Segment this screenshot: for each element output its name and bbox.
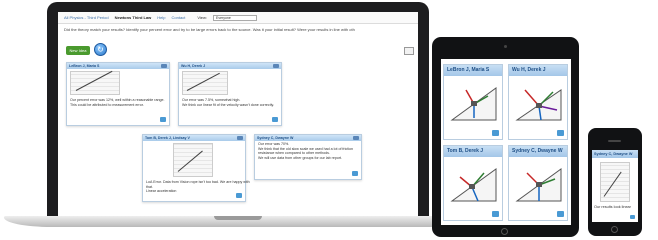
view-select[interactable]: Everyone (213, 14, 258, 21)
card-text-line: We will use data from other groups for o… (258, 155, 343, 160)
layout-toggle-icon[interactable] (404, 47, 414, 55)
comment-icon[interactable] (557, 211, 564, 217)
card-title: LeBron J, Maria S (67, 63, 169, 69)
laptop-screen: All Physics - Third Period Newtons Third… (58, 12, 418, 216)
card-text-line: Our results look linear (594, 205, 631, 209)
board-instructions: Did the theory match your results? Ident… (64, 27, 355, 32)
tablet-camera (504, 45, 507, 48)
view-label: View: (197, 15, 208, 20)
graph-thumbnail (600, 162, 630, 202)
card-title: Tom B, Derek J, Lindsay V (143, 135, 245, 141)
card-title: Sydney C, Dwayne W (255, 135, 361, 141)
card-menu-icon[interactable] (353, 136, 359, 140)
refresh-icon[interactable]: ↻ (94, 43, 107, 56)
comment-icon[interactable] (630, 215, 635, 219)
nav-link-board[interactable]: Newtons Third Law (115, 15, 152, 20)
idea-card[interactable]: Wu H, Derek J Our error was 7.5%, somewh… (178, 62, 282, 126)
card-title: Sydney C, Dwayne W (592, 150, 638, 158)
idea-card[interactable]: LeBron J, Maria S Our percent error was … (66, 62, 170, 126)
card-text-line: This could be attributed to measurement … (70, 102, 144, 107)
card-title: Wu H, Derek J (179, 63, 281, 69)
incline-diagram-icon (515, 168, 562, 202)
tablet-idea-card[interactable]: Sydney C, Dwayne W (508, 145, 568, 221)
incline-diagram-icon (515, 89, 562, 121)
graph-thumbnail (182, 71, 228, 95)
tablet-idea-card[interactable]: Wu H, Derek J (508, 64, 568, 140)
card-text-line: We think our linear fit of the velocity … (182, 102, 275, 107)
card-title: Tom B, Derek J (444, 146, 502, 157)
comment-icon[interactable] (160, 117, 166, 122)
nav-link-contact[interactable]: Contact (172, 15, 186, 20)
new-idea-button[interactable]: New Idea (66, 46, 90, 55)
tablet-idea-card[interactable]: Tom B, Derek J (443, 145, 503, 221)
idea-card[interactable]: Sydney C, Dwayne W Our error was 70%. We… (254, 134, 362, 180)
phone-speaker (608, 140, 621, 142)
card-title: Wu H, Derek J (509, 65, 567, 76)
graph-thumbnail (173, 143, 213, 177)
nav-link-help[interactable]: Help (157, 15, 165, 20)
comment-icon[interactable] (557, 130, 564, 136)
tablet-home-button (501, 228, 508, 235)
comment-icon[interactable] (236, 193, 242, 198)
comment-icon[interactable] (352, 171, 358, 176)
incline-diagram-icon (450, 87, 497, 121)
comment-icon[interactable] (492, 130, 499, 136)
card-menu-icon[interactable] (237, 136, 243, 140)
card-text-line: LoA Error. Data from Vision rope isn't t… (146, 180, 250, 184)
card-title: LeBron J, Maria S (444, 65, 502, 76)
incline-diagram-icon (450, 168, 497, 202)
phone-screen: Sydney C, Dwayne W Our results look line… (592, 150, 638, 222)
tablet-screen: LeBron J, Maria S Wu H, Derek J Tom B, D… (441, 59, 571, 225)
phone-home-button (611, 226, 618, 233)
card-text-line: Our percent error was 12%, well within a… (70, 98, 165, 102)
card-menu-icon[interactable] (273, 64, 279, 68)
graph-thumbnail (70, 71, 120, 95)
comment-icon[interactable] (492, 211, 499, 217)
idea-card[interactable]: Tom B, Derek J, Lindsay V LoA Error. Dat… (142, 134, 250, 202)
tablet-idea-card[interactable]: LeBron J, Maria S (443, 64, 503, 140)
laptop-notch (214, 216, 262, 220)
card-title: Sydney C, Dwayne W (509, 146, 567, 157)
card-menu-icon[interactable] (161, 64, 167, 68)
card-text-line: Linear acceleration (146, 189, 177, 194)
top-nav: All Physics - Third Period Newtons Third… (58, 12, 418, 24)
comment-icon[interactable] (272, 117, 278, 122)
nav-link-course[interactable]: All Physics - Third Period (64, 15, 109, 20)
